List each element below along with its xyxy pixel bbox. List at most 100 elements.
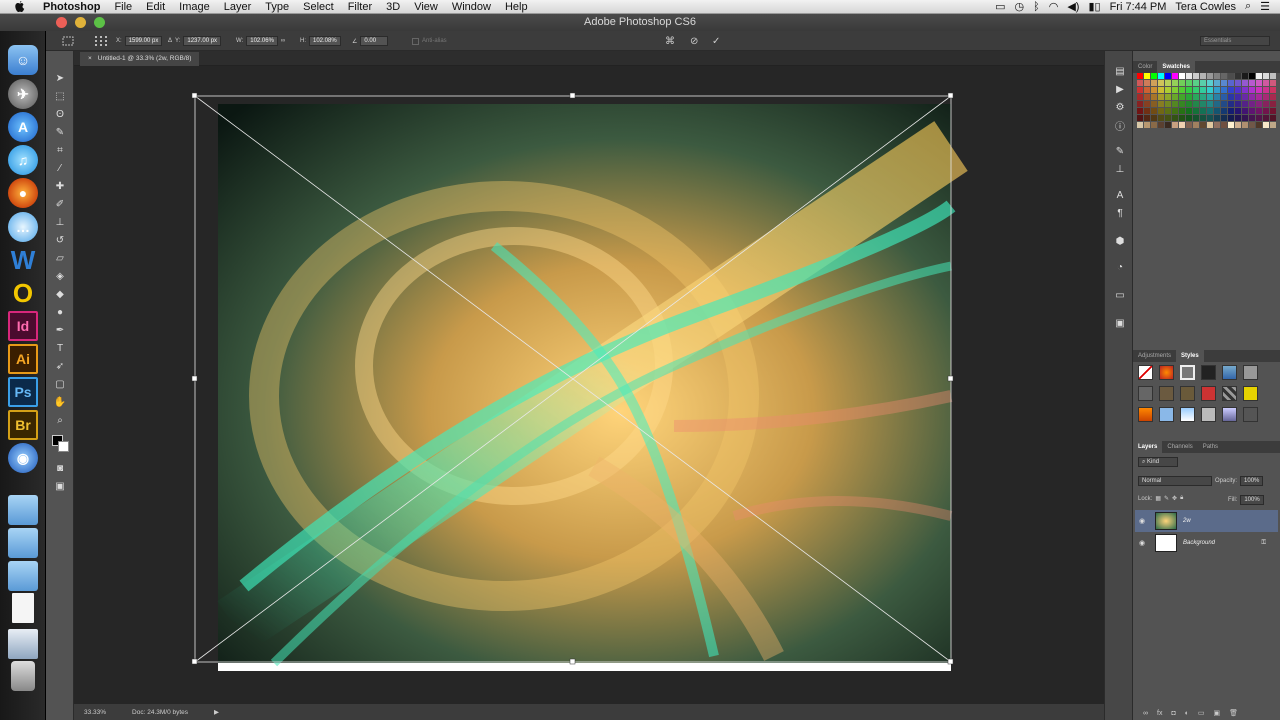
blur-tool-icon[interactable]: ◆ (53, 287, 67, 301)
document-icon[interactable] (12, 593, 34, 623)
brush-panel-icon[interactable]: ✎ (1113, 145, 1127, 157)
word-icon[interactable]: W (8, 245, 38, 275)
background-color-swatch[interactable] (58, 441, 69, 452)
swatch[interactable] (1151, 122, 1157, 128)
swatch[interactable] (1151, 94, 1157, 100)
swatch[interactable] (1179, 108, 1185, 114)
document-size[interactable]: Doc: 24.3M/0 bytes (132, 709, 188, 716)
swatch[interactable] (1165, 73, 1171, 79)
swatch[interactable] (1158, 80, 1164, 86)
style-swatch[interactable] (1159, 386, 1174, 401)
swatch[interactable] (1242, 80, 1248, 86)
swatch[interactable] (1151, 87, 1157, 93)
shape-tool-icon[interactable]: ▢ (53, 377, 67, 391)
swatch[interactable] (1228, 122, 1234, 128)
swatch[interactable] (1158, 87, 1164, 93)
swatch[interactable] (1193, 122, 1199, 128)
swatch[interactable] (1179, 94, 1185, 100)
tool-preset-icon[interactable] (62, 35, 74, 47)
style-swatch[interactable] (1159, 407, 1174, 422)
swatch[interactable] (1165, 108, 1171, 114)
swatch[interactable] (1137, 87, 1143, 93)
swatch[interactable] (1270, 108, 1276, 114)
properties-panel-icon[interactable]: ⚙ (1113, 101, 1127, 113)
layer-row-background[interactable]: ◉ Background ⚿ (1135, 532, 1278, 554)
swatch[interactable] (1256, 101, 1262, 107)
menu-type[interactable]: Type (258, 1, 296, 13)
swatch[interactable] (1137, 115, 1143, 121)
openoffice-icon[interactable]: O (8, 278, 38, 308)
quick-select-tool-icon[interactable]: ✎ (53, 125, 67, 139)
swatch[interactable] (1228, 87, 1234, 93)
swatch[interactable] (1200, 73, 1206, 79)
illustrator-icon[interactable]: Ai (8, 344, 38, 374)
dodge-tool-icon[interactable]: ● (53, 305, 67, 319)
fill-field[interactable]: 100% (1240, 495, 1264, 505)
swatch[interactable] (1270, 87, 1276, 93)
swatch[interactable] (1235, 87, 1241, 93)
swatch[interactable] (1242, 108, 1248, 114)
swatch[interactable] (1186, 73, 1192, 79)
swatch[interactable] (1256, 73, 1262, 79)
swatch[interactable] (1263, 80, 1269, 86)
type-tool-icon[interactable]: T (53, 341, 67, 355)
style-swatch[interactable] (1222, 407, 1237, 422)
swatch[interactable] (1263, 108, 1269, 114)
swatch[interactable] (1207, 122, 1213, 128)
style-none[interactable] (1138, 365, 1153, 380)
swatch[interactable] (1214, 108, 1220, 114)
clone-stamp-tool-icon[interactable]: ⊥ (53, 215, 67, 229)
quick-mask-icon[interactable]: ◙ (53, 461, 67, 475)
swatch[interactable] (1214, 87, 1220, 93)
swatch[interactable] (1158, 108, 1164, 114)
swatch[interactable] (1165, 115, 1171, 121)
battery-icon[interactable]: ▮▯ (1088, 0, 1100, 13)
swatch[interactable] (1235, 101, 1241, 107)
tab-layers[interactable]: Layers (1133, 441, 1163, 453)
swatch[interactable] (1249, 94, 1255, 100)
swatch[interactable] (1235, 115, 1241, 121)
launchpad-icon[interactable]: ✈ (8, 79, 38, 109)
layer-row-2w[interactable]: ◉ 2w (1135, 510, 1278, 532)
style-swatch[interactable] (1222, 386, 1237, 401)
character-panel-icon[interactable]: A (1113, 189, 1127, 201)
style-swatch[interactable] (1201, 386, 1216, 401)
volume-icon[interactable]: ◀) (1067, 0, 1079, 13)
swatch[interactable] (1193, 101, 1199, 107)
delete-layer-icon[interactable]: 🗑︎ (1229, 709, 1238, 717)
swatch[interactable] (1179, 101, 1185, 107)
swatch[interactable] (1263, 101, 1269, 107)
swatch[interactable] (1256, 80, 1262, 86)
menu-filter[interactable]: Filter (341, 1, 379, 13)
swatch[interactable] (1158, 122, 1164, 128)
swatch[interactable] (1186, 87, 1192, 93)
swatch[interactable] (1221, 101, 1227, 107)
swatch[interactable] (1200, 94, 1206, 100)
swatch[interactable] (1193, 108, 1199, 114)
swatch[interactable] (1235, 94, 1241, 100)
finder-icon[interactable]: ☺ (8, 45, 38, 75)
swatch[interactable] (1235, 122, 1241, 128)
swatch[interactable] (1186, 108, 1192, 114)
swatch[interactable] (1186, 115, 1192, 121)
swatch[interactable] (1228, 115, 1234, 121)
apple-menu-icon[interactable] (13, 0, 27, 13)
notification-center-icon[interactable]: ☰ (1260, 0, 1270, 13)
swatch[interactable] (1165, 87, 1171, 93)
swatch[interactable] (1172, 115, 1178, 121)
eyedropper-tool-icon[interactable]: ⁄ (53, 161, 67, 175)
indesign-icon[interactable]: Id (8, 311, 38, 341)
swatch[interactable] (1214, 115, 1220, 121)
swatch[interactable] (1193, 115, 1199, 121)
preview-icon[interactable] (8, 629, 38, 659)
tab-paths[interactable]: Paths (1198, 441, 1223, 453)
styles-grid[interactable] (1138, 365, 1258, 422)
swatch[interactable] (1228, 94, 1234, 100)
swatch[interactable] (1193, 73, 1199, 79)
swatch[interactable] (1200, 87, 1206, 93)
bluetooth-icon[interactable]: ᛒ (1033, 1, 1040, 13)
swatch[interactable] (1228, 101, 1234, 107)
gradient-tool-icon[interactable]: ◈ (53, 269, 67, 283)
zoom-tool-icon[interactable]: ⌕ (53, 413, 67, 427)
visibility-eye-icon[interactable]: ◉ (1139, 539, 1149, 547)
